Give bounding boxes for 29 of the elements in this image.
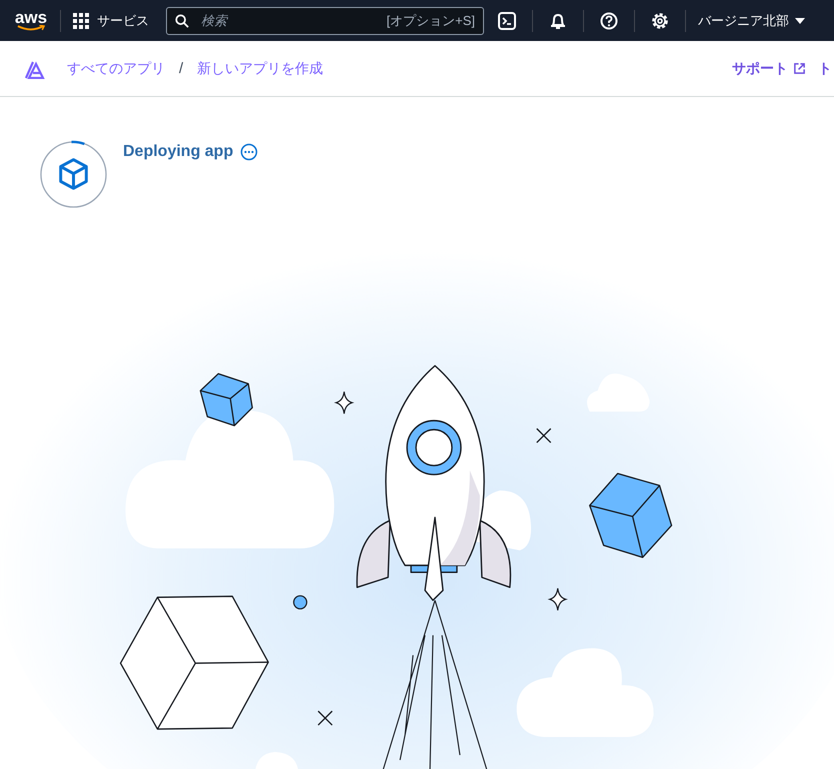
breadcrumb-separator: / [179,60,184,77]
deploying-status-title: Deploying app [123,143,234,161]
search-icon [175,14,189,28]
bell-icon [549,12,567,30]
cross-drawing [318,710,333,726]
settings-icon [651,12,669,30]
search-field[interactable]: 検索 [オプション+S] [166,6,484,34]
grid-icon [73,12,89,28]
services-menu-button[interactable]: サービス [73,12,149,30]
external-link-icon [793,62,806,75]
cross-drawing [536,428,552,444]
aws-logo[interactable]: aws [14,10,48,30]
terminal-icon [498,12,516,30]
deploying-spinner-icon [39,140,108,209]
cube-drawing [200,373,253,426]
dot-drawing [293,595,308,610]
more-options-icon[interactable] [240,143,258,161]
header-link[interactable]: ト [818,60,832,78]
amplify-logo-icon[interactable] [25,58,47,78]
sparkle-drawing [549,588,566,611]
caret-icon [795,18,805,24]
breadcrumb-link[interactable]: 新しいアプリを作成 [197,60,324,78]
sparkle-drawing [336,391,353,414]
breadcrumb-link[interactable]: すべてのアプリ [67,60,165,78]
keyboard-shortcut-hint: [オプション+S] [386,12,475,30]
help-icon [600,12,618,30]
header-link[interactable]: サポート [732,60,806,78]
search-input[interactable]: 検索 [199,12,376,29]
region-selector[interactable]: バージニア北部 [698,12,805,30]
